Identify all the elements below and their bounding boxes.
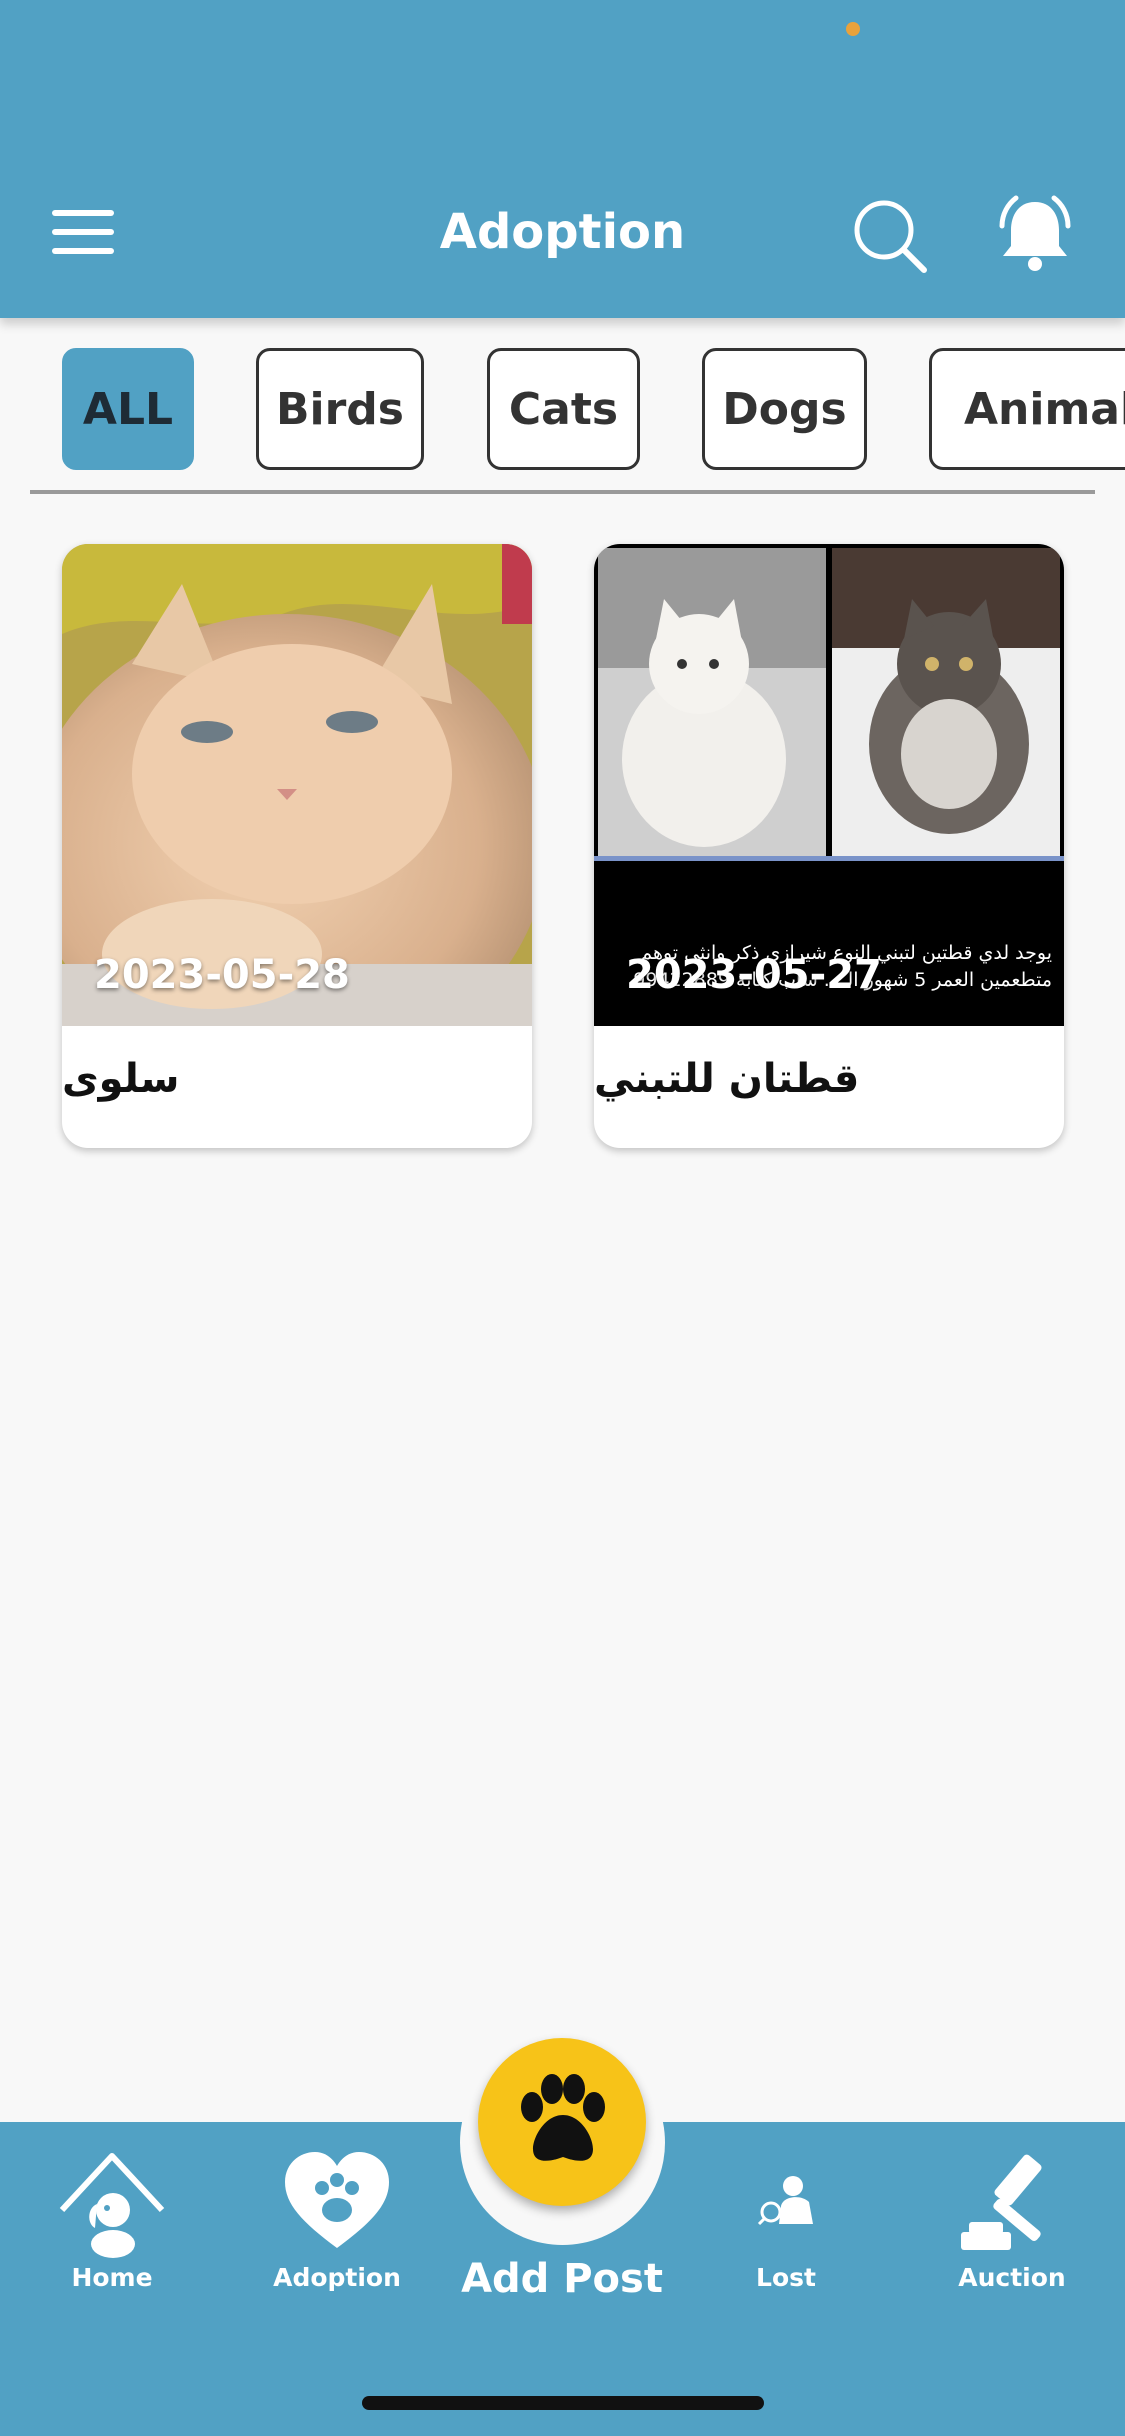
nav-item-adoption[interactable]: Adoption: [247, 2138, 427, 2298]
nav-item-auction[interactable]: Auction: [922, 2138, 1102, 2298]
filter-chip-cats[interactable]: Cats: [487, 348, 640, 470]
app-header: Adoption: [0, 0, 1125, 318]
filter-chip-birds[interactable]: Birds: [256, 348, 424, 470]
status-indicator-dot: [846, 22, 860, 36]
filter-chip-dogs[interactable]: Dogs: [702, 348, 867, 470]
nav-label-home: Home: [71, 2263, 153, 2292]
post-card[interactable]: يوجد لدي قطتين لتبني النوع شيرازي ذكر وا…: [594, 544, 1064, 1148]
nav-label-adoption: Adoption: [273, 2263, 401, 2292]
search-icon[interactable]: [850, 196, 930, 276]
filter-divider: [30, 490, 1095, 494]
nav-item-home[interactable]: Home: [22, 2138, 202, 2298]
filter-chip-animal[interactable]: Animal: [929, 348, 1125, 470]
post-date: 2023-05-27: [626, 952, 882, 998]
post-title: قطتان للتبني: [594, 1056, 860, 1102]
heart-paw-icon: [285, 2152, 389, 2248]
home-indicator: [362, 2396, 764, 2410]
filter-chip-all[interactable]: ALL: [62, 348, 194, 470]
post-card[interactable]: 2023-05-28 سلوى: [62, 544, 532, 1148]
nav-label-auction: Auction: [958, 2263, 1066, 2292]
paw-icon: [521, 2074, 605, 2161]
gavel-icon: [961, 2154, 1042, 2250]
post-title: سلوى: [62, 1056, 180, 1102]
lost-pet-icon: [757, 2176, 813, 2226]
add-post-label: Add Post: [461, 2256, 663, 2302]
category-filter-bar: ALL Birds Cats Dogs Animal: [0, 318, 1125, 494]
nav-label-lost: Lost: [756, 2263, 816, 2292]
home-dog-icon: [59, 2153, 165, 2258]
bell-icon[interactable]: [990, 190, 1080, 280]
nav-item-lost[interactable]: Lost: [696, 2138, 876, 2298]
page-title: Adoption: [439, 204, 686, 260]
post-date: 2023-05-28: [94, 952, 350, 998]
add-post-button[interactable]: [478, 2038, 646, 2206]
